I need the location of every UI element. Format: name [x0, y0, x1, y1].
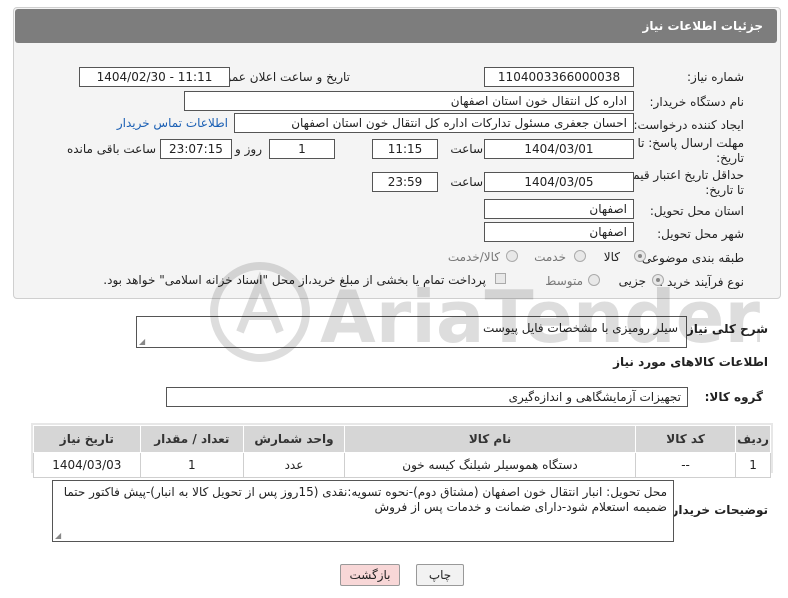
- description-text: سیلر رومیزی با مشخصات فایل پیوست: [482, 321, 678, 335]
- cell-row-number: 1: [735, 452, 771, 478]
- col-need-date: تاریخ نیاز: [33, 425, 141, 453]
- col-quantity: تعداد / مقدار: [139, 425, 244, 453]
- category-goods-service-label: کالا/خدمت: [447, 250, 500, 264]
- goods-group-label: گروه کالا:: [704, 390, 763, 404]
- col-item-name: نام کالا: [343, 425, 637, 453]
- deadline-date-field[interactable]: 1404/03/01: [484, 139, 634, 159]
- cell-item-code: --: [635, 452, 737, 478]
- creator-label: ایجاد کننده درخواست:: [633, 118, 744, 132]
- panel-title: جزئیات اطلاعات نیاز: [642, 19, 763, 33]
- price-validity-date-field[interactable]: 1404/03/05: [484, 172, 634, 192]
- buyer-contact-link[interactable]: اطلاعات تماس خریدار: [117, 116, 228, 130]
- cell-need-date: 1404/03/03: [33, 452, 141, 478]
- goods-section-title: اطلاعات کالاهای مورد نیاز: [613, 355, 768, 369]
- goods-group-field[interactable]: تجهیزات آزمایشگاهی و اندازه‌گیری: [166, 387, 688, 407]
- col-row-number: ردیف: [735, 425, 771, 453]
- price-validity-hour-label: ساعت: [450, 175, 483, 189]
- resize-grip-icon[interactable]: ◢: [55, 531, 61, 540]
- buyer-notes-field[interactable]: محل تحویل: انبار انتقال خون اصفهان (مشتا…: [52, 480, 674, 542]
- cell-quantity: 1: [139, 452, 244, 478]
- deadline-label: مهلت ارسال پاسخ: تا تاریخ:: [637, 136, 744, 165]
- cell-item-name: دستگاه هموسیلر شیلنگ کیسه خون: [343, 452, 637, 478]
- remaining-time-field[interactable]: 23:07:15: [160, 139, 232, 159]
- buyer-org-label: نام دستگاه خریدار:: [649, 95, 745, 109]
- category-goods-label: کالا: [603, 250, 620, 264]
- print-button[interactable]: چاپ: [416, 564, 464, 586]
- city-label: شهر محل تحویل:: [657, 227, 744, 241]
- goods-table: ردیف کد کالا نام کالا واحد شمارش تعداد /…: [33, 425, 771, 478]
- process-minor-label: جزیی: [618, 274, 646, 288]
- province-field[interactable]: اصفهان: [484, 199, 634, 219]
- category-label: طبقه بندی موضوعی:: [637, 251, 744, 265]
- days-field[interactable]: 1: [269, 139, 335, 159]
- price-validity-time-field[interactable]: 23:59: [372, 172, 438, 192]
- days-label: روز و: [235, 142, 262, 156]
- buyer-org-field[interactable]: اداره کل انتقال خون استان اصفهان: [184, 91, 634, 111]
- panel-header: جزئیات اطلاعات نیاز: [15, 9, 777, 43]
- remaining-label: ساعت باقی مانده: [66, 142, 156, 156]
- table-row[interactable]: 1 -- دستگاه هموسیلر شیلنگ کیسه خون عدد 1…: [33, 452, 771, 478]
- deadline-time-field[interactable]: 11:15: [372, 139, 438, 159]
- process-medium-radio[interactable]: [588, 274, 600, 286]
- col-unit: واحد شمارش: [242, 425, 345, 453]
- description-label: شرح کلی نیاز:: [682, 322, 768, 336]
- back-button[interactable]: بازگشت: [340, 564, 400, 586]
- buyer-notes-text: محل تحویل: انبار انتقال خون اصفهان (مشتا…: [63, 485, 667, 514]
- resize-grip-icon[interactable]: ◢: [139, 337, 145, 346]
- province-label: استان محل تحویل:: [649, 204, 744, 218]
- city-field[interactable]: اصفهان: [484, 222, 634, 242]
- category-goods-service-radio[interactable]: [506, 250, 518, 262]
- cell-unit: عدد: [242, 452, 345, 478]
- need-number-field[interactable]: 1104003366000038: [484, 67, 634, 87]
- process-medium-label: متوسط: [545, 274, 583, 288]
- category-service-label: خدمت: [534, 250, 566, 264]
- announce-datetime-field[interactable]: 1404/02/30 - 11:11: [79, 67, 230, 87]
- treasury-payment-checkbox[interactable]: [495, 273, 506, 284]
- category-service-radio[interactable]: [574, 250, 586, 262]
- col-item-code: کد کالا: [635, 425, 737, 453]
- deadline-hour-label: ساعت: [450, 142, 483, 156]
- process-minor-radio[interactable]: [652, 274, 664, 286]
- category-goods-radio[interactable]: [634, 250, 646, 262]
- description-field[interactable]: سیلر رومیزی با مشخصات فایل پیوست ◢: [136, 316, 687, 348]
- buyer-notes-label: توضیحات خریدار:: [666, 503, 768, 517]
- process-label: نوع فرآیند خرید :: [659, 275, 744, 289]
- creator-field[interactable]: احسان جعفری مسئول تدارکات اداره کل انتقا…: [234, 113, 634, 133]
- need-number-label: شماره نیاز:: [687, 70, 744, 84]
- treasury-payment-note: پرداخت تمام یا بخشی از مبلغ خرید،از محل …: [103, 273, 486, 287]
